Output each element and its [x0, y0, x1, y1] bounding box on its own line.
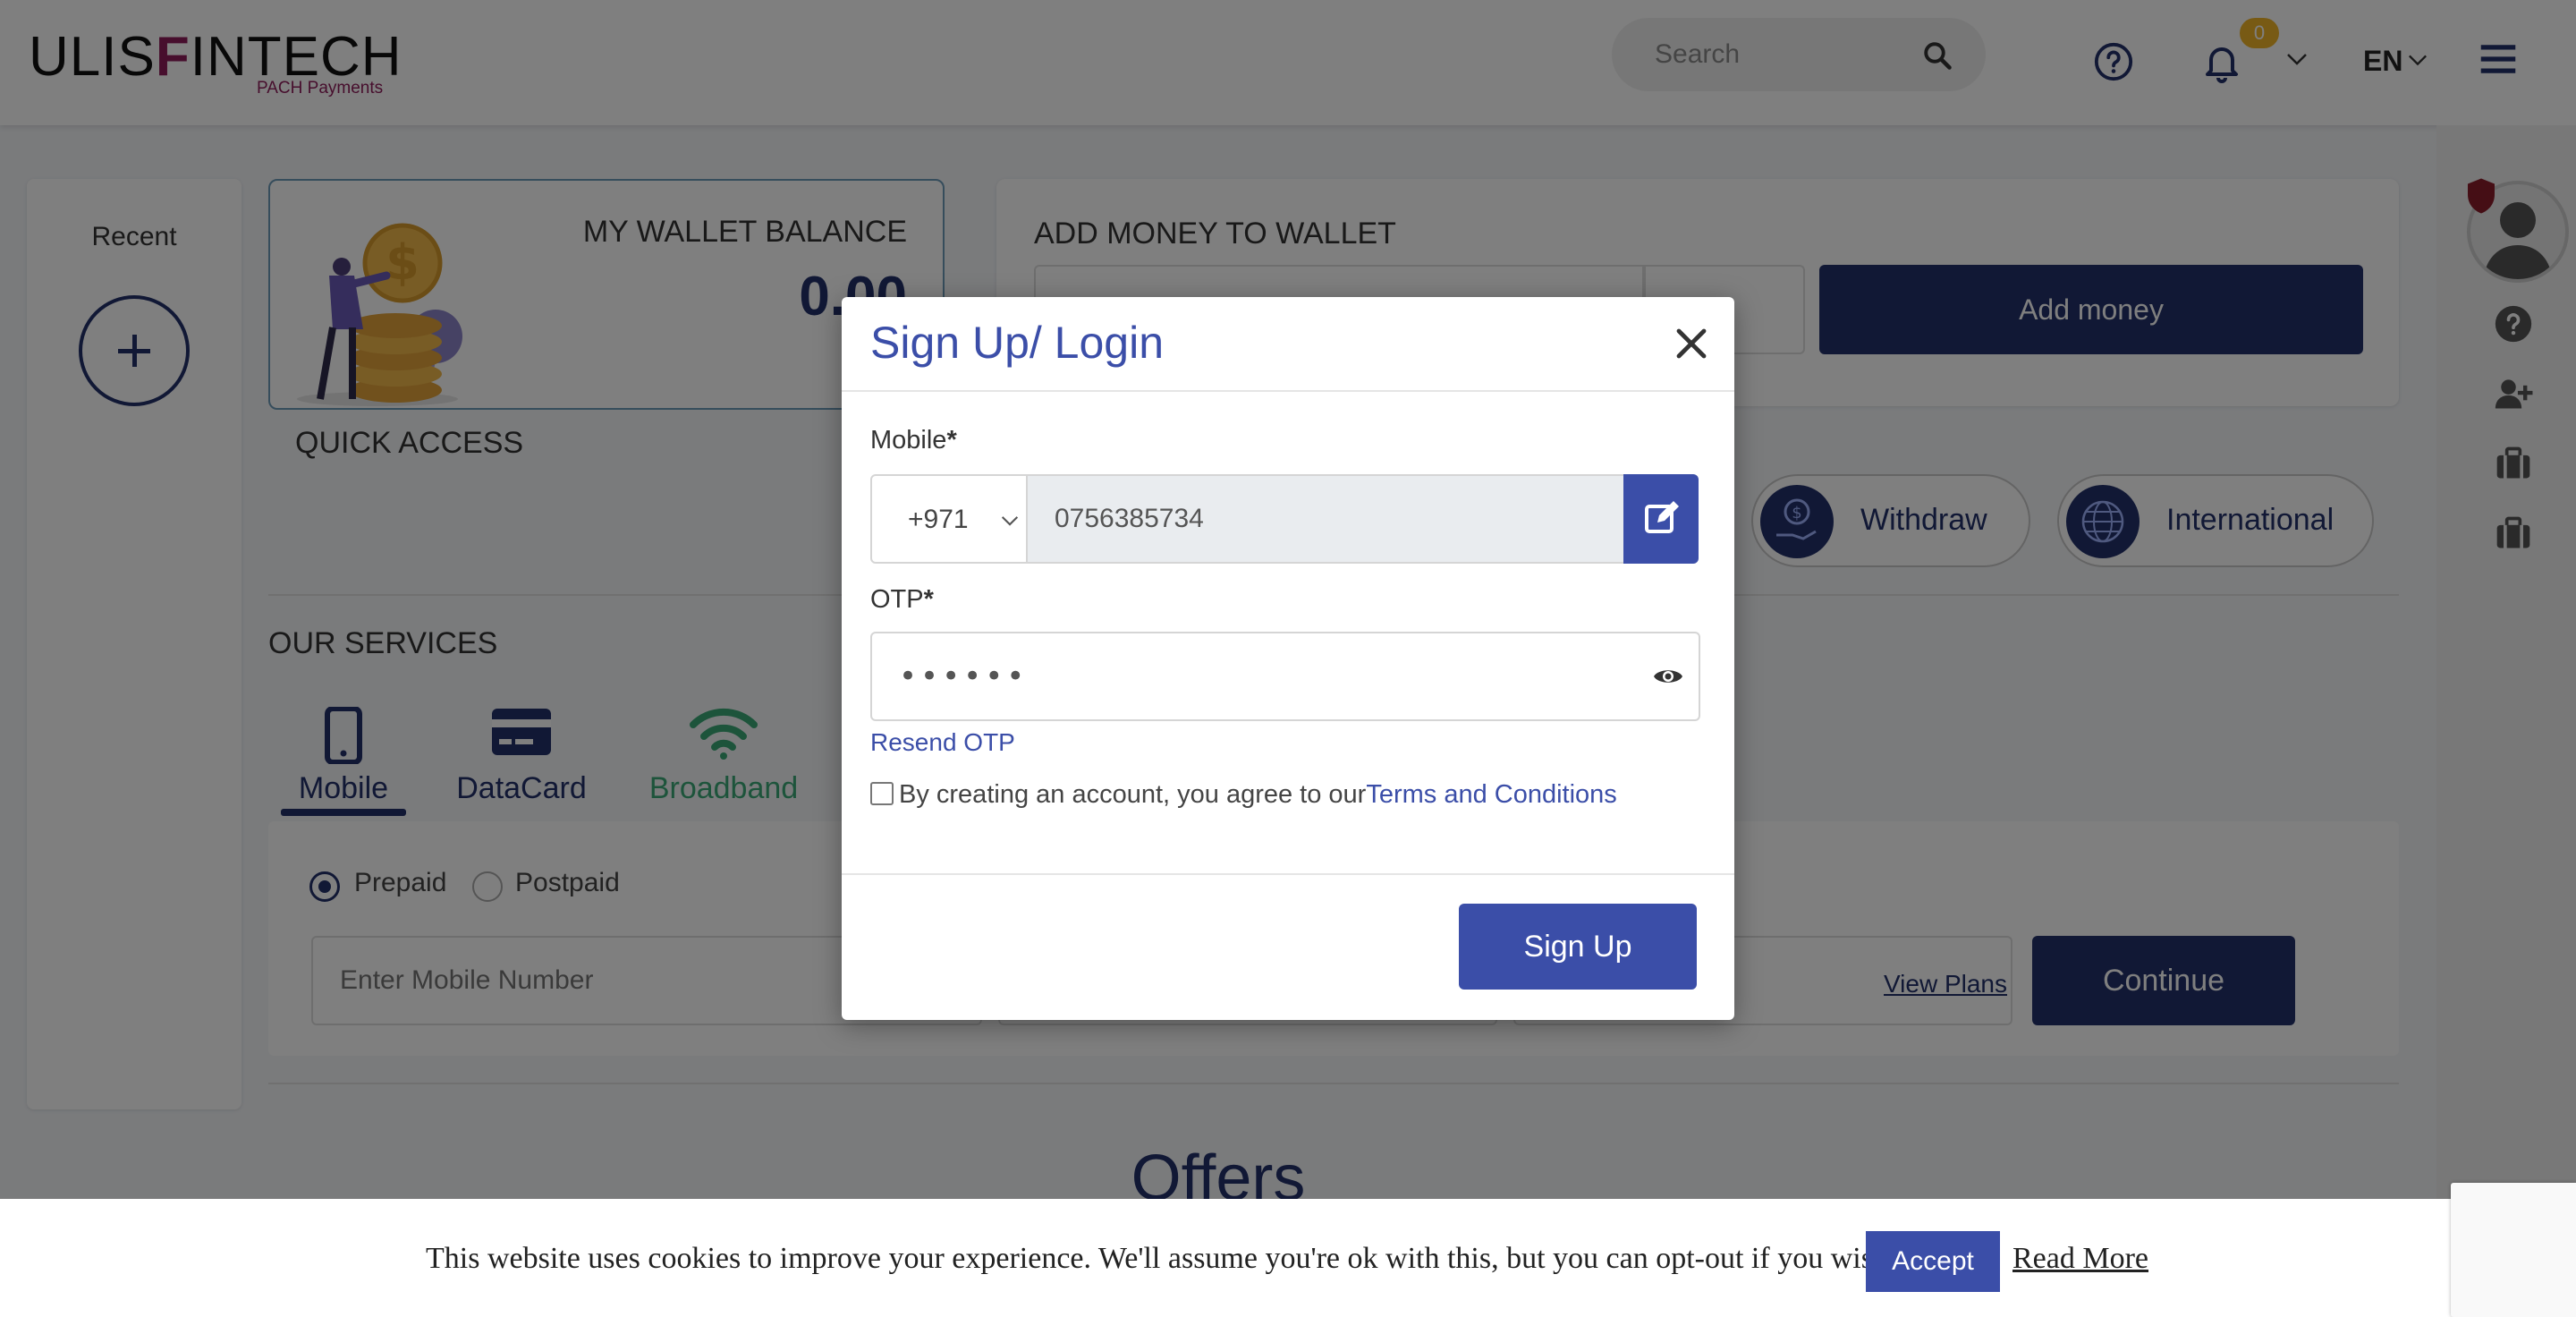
- mobile-field-label: Mobile*: [870, 426, 957, 455]
- modal-title: Sign Up/ Login: [870, 318, 1165, 368]
- terms-link[interactable]: Terms and Conditions: [1366, 780, 1616, 809]
- country-code-value: +971: [908, 505, 969, 534]
- cookie-consent-bar: This website uses cookies to improve you…: [0, 1199, 2576, 1317]
- cookie-accept-button[interactable]: Accept: [1866, 1231, 2000, 1292]
- eye-icon[interactable]: [1652, 666, 1684, 687]
- cookie-read-more-link[interactable]: Read More: [2012, 1242, 2148, 1276]
- edit-mobile-button[interactable]: [1623, 474, 1699, 564]
- chevron-down-icon: [1001, 516, 1019, 526]
- modal-footer-divider: [842, 873, 1734, 875]
- otp-field-label: OTP*: [870, 585, 934, 614]
- signup-login-modal: Sign Up/ Login Mobile* +971 OTP* Resend …: [842, 297, 1734, 1020]
- resend-otp-link[interactable]: Resend OTP: [870, 728, 1015, 757]
- sign-up-button[interactable]: Sign Up: [1459, 904, 1697, 990]
- mobile-number-field[interactable]: [1028, 474, 1625, 564]
- modal-header-divider: [842, 390, 1734, 392]
- terms-checkbox[interactable]: [870, 782, 894, 805]
- country-code-select[interactable]: +971: [870, 474, 1028, 564]
- otp-field[interactable]: [870, 632, 1700, 721]
- edit-pencil-icon: [1645, 501, 1679, 533]
- terms-text: By creating an account, you agree to our…: [899, 780, 1617, 809]
- recaptcha-badge[interactable]: [2451, 1183, 2576, 1317]
- cookie-message: This website uses cookies to improve you…: [426, 1242, 1896, 1275]
- close-icon[interactable]: [1670, 322, 1713, 365]
